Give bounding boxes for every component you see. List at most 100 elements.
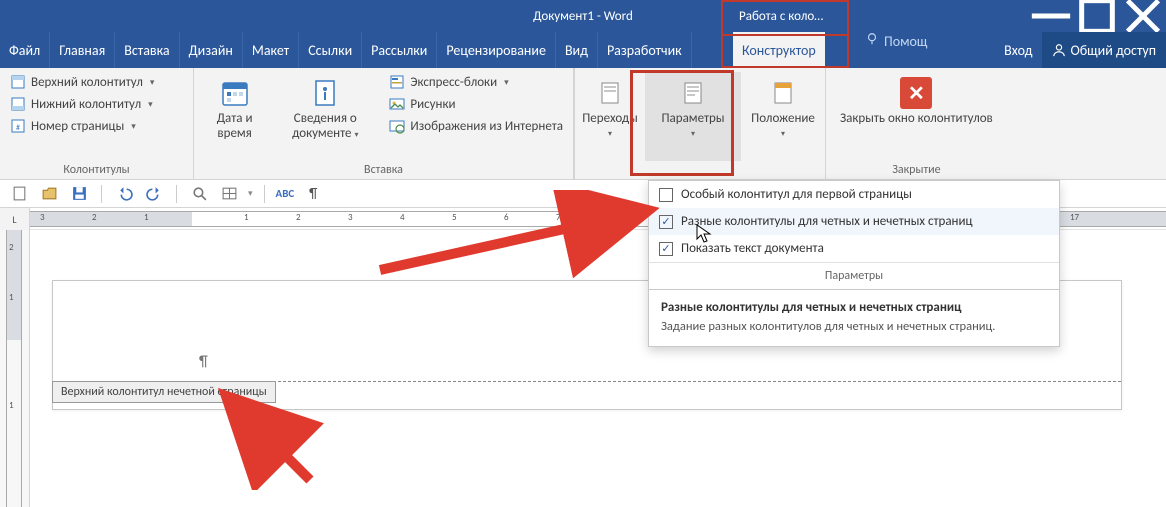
tab-layout[interactable]: Макет [243, 32, 299, 68]
login-button[interactable]: Вход [994, 32, 1042, 68]
ruler-tab-selector[interactable]: L [0, 208, 30, 230]
hruler-num: 4 [400, 212, 405, 223]
footer-icon [10, 96, 26, 112]
tab-constructor[interactable]: Конструктор [733, 32, 825, 68]
ribbon-display-options-icon[interactable] [966, 0, 986, 32]
paragraph-mark: ¶ [199, 353, 208, 371]
date-time-icon [218, 76, 252, 110]
pictures-icon [389, 96, 405, 112]
tab-file[interactable]: Файл [0, 32, 50, 68]
share-label: Общий доступ [1070, 42, 1156, 59]
vruler-num: 1 [9, 400, 14, 411]
vertical-ruler[interactable]: 2 1 1 [0, 230, 30, 507]
hruler-num: 3 [40, 212, 45, 223]
checkbox-icon [659, 188, 673, 202]
option-tooltip: Разные колонтитулы для четных и нечетных… [649, 289, 1059, 346]
hruler-num: 3 [348, 212, 353, 223]
tab-design[interactable]: Дизайн [180, 32, 243, 68]
hruler-num: 2 [296, 212, 301, 223]
hruler-num: 6 [504, 212, 509, 223]
group-label-close: Закрытие [832, 161, 1001, 179]
close-icon: ✕ [899, 76, 933, 110]
ribbon-tabs: Файл Главная Вставка Дизайн Макет Ссылки… [0, 32, 1166, 68]
open-button[interactable] [38, 183, 60, 205]
tell-me-label: Помощ [884, 33, 927, 50]
tab-references[interactable]: Ссылки [299, 32, 362, 68]
option-first-page-different[interactable]: Особый колонтитул для первой страницы [649, 181, 1059, 208]
tab-review[interactable]: Рецензирование [437, 32, 556, 68]
table-button[interactable] [218, 183, 240, 205]
window-controls [1028, 0, 1166, 32]
hruler-num: 1 [144, 212, 149, 223]
ribbon: Верхний колонтитул▾ Нижний колонтитул▾ #… [0, 68, 1166, 180]
group-options: Переходы ▾ Параметры ▾ Положение ▾ [575, 68, 825, 179]
quick-parts-button[interactable]: Экспресс-блоки▾ [385, 72, 567, 92]
page-number-button[interactable]: # Номер страницы▾ [6, 116, 158, 136]
titlebar: Документ1 - Word Работа с коло… [0, 0, 1166, 32]
mouse-cursor-icon [696, 224, 712, 244]
spelling-button[interactable]: ABC [276, 183, 295, 205]
doc-info-button[interactable]: Сведения о документе ▾ [269, 72, 381, 161]
hruler-num: 8 [608, 212, 613, 223]
tab-developer[interactable]: Разработчик [598, 32, 692, 68]
online-pictures-button[interactable]: Изображения из Интернета [385, 116, 567, 136]
date-time-button[interactable]: Дата и время [200, 72, 269, 161]
tell-me-search[interactable]: Помощ [855, 32, 937, 50]
tooltip-title: Разные колонтитулы для четных и нечетных… [661, 300, 1047, 315]
transitions-button[interactable]: Переходы ▾ [575, 72, 645, 161]
hruler-num: 7 [556, 212, 561, 223]
redo-button[interactable] [143, 183, 165, 205]
share-button[interactable]: Общий доступ [1042, 32, 1166, 68]
group-close: ✕ Закрыть окно колонтитулов Закрытие [826, 68, 1007, 179]
tab-insert[interactable]: Вставка [115, 32, 179, 68]
tooltip-description: Задание разных колонтитулов для четных и… [661, 319, 1047, 336]
header-section-tag: Верхний колонтитул нечетной страницы [52, 381, 276, 403]
position-button[interactable]: Положение ▾ [741, 72, 825, 161]
position-icon [766, 76, 800, 110]
hruler-num: 1 [244, 212, 249, 223]
hruler-num: 5 [452, 212, 457, 223]
lightbulb-icon [865, 32, 879, 50]
maximize-button[interactable] [1074, 0, 1120, 32]
hruler-num: 2 [92, 212, 97, 223]
transitions-icon [593, 76, 627, 110]
tab-mailings[interactable]: Рассылки [362, 32, 437, 68]
doc-info-icon [308, 76, 342, 110]
print-preview-button[interactable] [188, 183, 210, 205]
svg-text:#: # [16, 123, 20, 133]
person-icon [1052, 43, 1066, 57]
group-insert: Дата и время Сведения о документе ▾ Эксп… [194, 68, 574, 179]
group-label-hf: Колонтитулы [6, 161, 187, 179]
checkbox-checked-icon: ✓ [659, 242, 673, 256]
option-label: Особый колонтитул для первой страницы [681, 187, 912, 202]
header-icon [10, 74, 26, 90]
save-button[interactable] [68, 183, 90, 205]
tab-home[interactable]: Главная [50, 32, 115, 68]
minimize-button[interactable] [1028, 0, 1074, 32]
new-doc-button[interactable] [8, 183, 30, 205]
group-label-insert: Вставка [200, 161, 567, 179]
group-header-footer: Верхний колонтитул▾ Нижний колонтитул▾ #… [0, 68, 194, 179]
parameters-button[interactable]: Параметры ▾ [645, 72, 741, 161]
group-label-options [575, 161, 825, 179]
document-title: Документ1 - Word [533, 9, 633, 24]
show-marks-button[interactable]: ¶ [302, 183, 324, 205]
undo-button[interactable] [113, 183, 135, 205]
contextual-tab-title: Работа с коло… [725, 0, 837, 32]
options-group-label: Параметры [649, 262, 1059, 289]
online-pictures-icon [389, 118, 405, 134]
hruler-num: 17 [1070, 212, 1079, 223]
quick-parts-icon [389, 74, 405, 90]
footer-button[interactable]: Нижний колонтитул▾ [6, 94, 158, 114]
vruler-num: 1 [9, 292, 14, 303]
close-header-footer-button[interactable]: ✕ Закрыть окно колонтитулов [832, 72, 1001, 161]
parameters-icon [676, 76, 710, 110]
option-label: Разные колонтитулы для четных и нечетных… [681, 214, 973, 229]
pictures-button[interactable]: Рисунки [385, 94, 567, 114]
page-number-icon: # [10, 118, 26, 134]
close-button[interactable] [1120, 0, 1166, 32]
vruler-num: 2 [9, 242, 14, 253]
parameters-dropdown-panel: Особый колонтитул для первой страницы ✓ … [648, 180, 1060, 347]
header-button[interactable]: Верхний колонтитул▾ [6, 72, 158, 92]
tab-view[interactable]: Вид [556, 32, 598, 68]
